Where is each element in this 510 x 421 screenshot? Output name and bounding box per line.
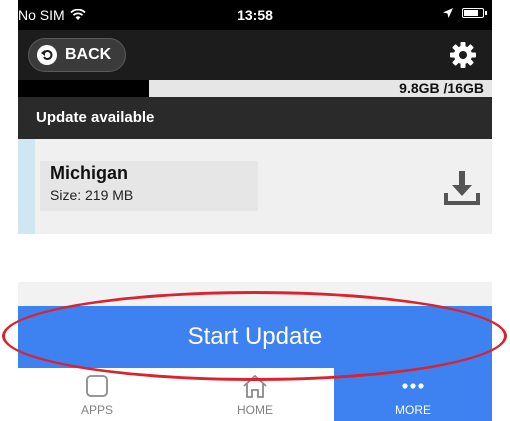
status-time: 13:58: [237, 7, 273, 23]
map-item-accent: [18, 139, 35, 234]
battery-fill: [464, 10, 478, 16]
status-bar: No SIM 13:58: [18, 0, 492, 30]
download-icon[interactable]: [442, 167, 482, 207]
apps-square-icon: [86, 375, 108, 397]
tab-apps-label: APPS: [80, 403, 113, 417]
spacer: [18, 234, 492, 282]
tab-apps[interactable]: APPS: [18, 368, 176, 421]
gear-icon[interactable]: [448, 40, 478, 70]
home-icon: [243, 374, 267, 398]
start-update-button[interactable]: Start Update: [18, 306, 492, 368]
device-screen: No SIM 13:58 BACK 9.8GB /16GB Update ava…: [18, 0, 492, 421]
map-size: Size: 219 MB: [50, 187, 134, 203]
tab-more[interactable]: MORE: [334, 368, 492, 421]
tab-more-label: MORE: [395, 403, 431, 417]
more-dots-icon: [402, 383, 424, 389]
spacer-band: [18, 282, 492, 306]
tab-home-label: HOME: [237, 403, 273, 417]
back-button[interactable]: BACK: [28, 38, 127, 72]
map-info: Michigan Size: 219 MB: [40, 161, 258, 211]
status-right: [442, 7, 487, 19]
location-arrow-icon: [443, 8, 453, 18]
nav-bar: BACK: [18, 30, 492, 80]
tab-bar: APPS HOME MORE: [18, 368, 492, 421]
back-label: BACK: [65, 46, 112, 63]
storage-bar: 9.8GB /16GB: [18, 80, 492, 97]
storage-used-fill: [18, 80, 149, 97]
tab-home[interactable]: HOME: [176, 368, 334, 421]
map-update-item[interactable]: Michigan Size: 219 MB: [18, 139, 492, 234]
back-arrow-icon: [37, 45, 57, 65]
battery-icon: [462, 8, 487, 18]
update-available-header: Update available: [18, 97, 492, 139]
map-name: Michigan: [50, 163, 129, 183]
storage-label: 9.8GB /16GB: [399, 80, 484, 96]
